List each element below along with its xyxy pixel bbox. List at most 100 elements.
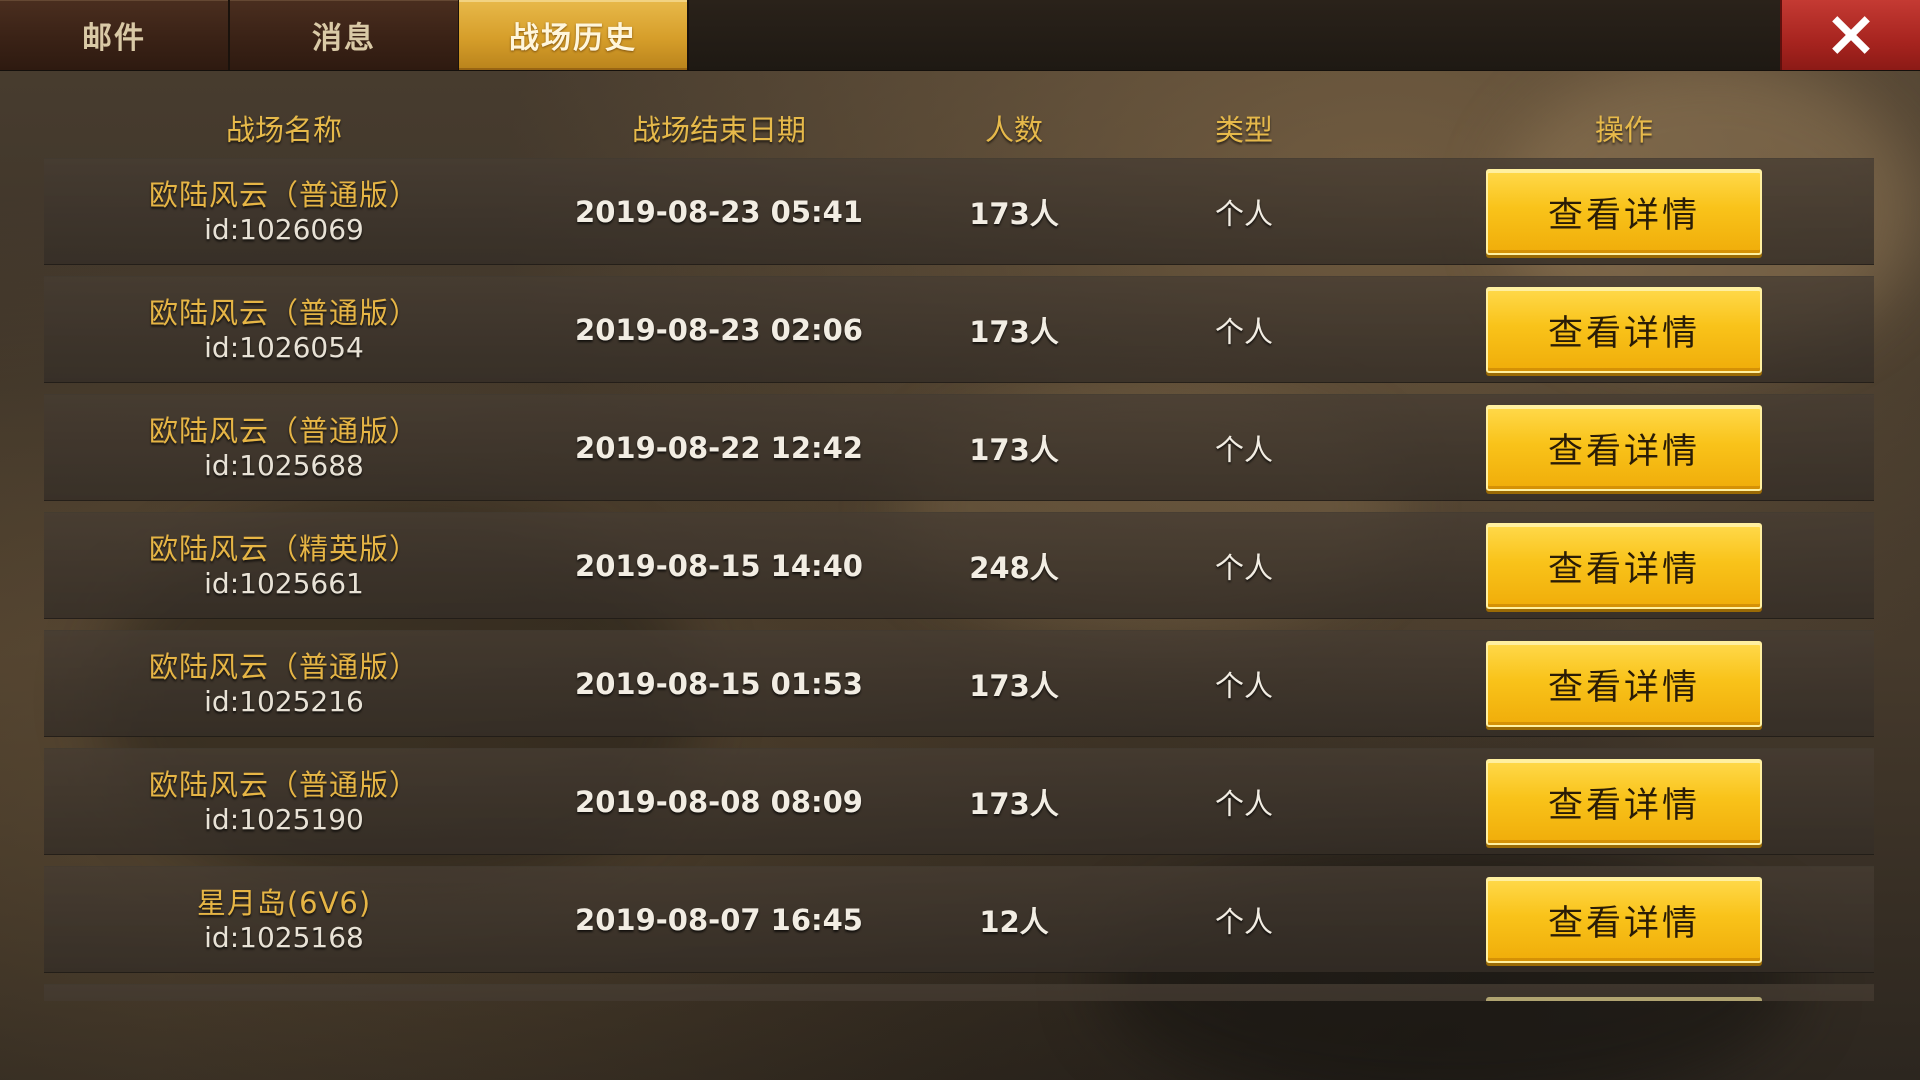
view-details-button[interactable]: 查看详情 (1486, 523, 1762, 609)
battlefield-id: id:1025661 (204, 567, 364, 600)
player-count-cell: 173人 (914, 159, 1114, 265)
player-count-cell: 173人 (914, 631, 1114, 737)
end-date-cell: 2019-08-23 05:41 (524, 159, 914, 265)
tab-bar: 邮件 消息 战场历史 (0, 0, 1920, 71)
action-cell: 查看详情 (1374, 631, 1874, 737)
end-date-cell: 2019-08-22 12:42 (524, 395, 914, 501)
player-count: 173人 (969, 197, 1059, 231)
close-button[interactable] (1780, 0, 1920, 70)
end-date: 2019-08-15 01:53 (575, 667, 863, 701)
player-count: 248人 (969, 551, 1059, 585)
action-cell (1374, 985, 1874, 1001)
battlefield-name-cell: 星月岛(6V6) id:1025168 (44, 867, 524, 973)
view-details-button[interactable]: 查看详情 (1486, 641, 1762, 727)
battlefield-name: 欧陆风云（普通版） (148, 178, 419, 212)
battlefield-id: id:1026069 (204, 213, 364, 246)
end-date: 2019-08-22 12:42 (575, 431, 863, 465)
battlefield-name: 星月岛(6V6) (196, 886, 372, 920)
view-details-button[interactable]: 查看详情 (1486, 759, 1762, 845)
end-date-cell: 2019-08-15 14:40 (524, 513, 914, 619)
table-header: 战场名称 战场结束日期 人数 类型 操作 (44, 96, 1874, 160)
battle-type: 个人 (1214, 551, 1273, 585)
battlefield-id: id:1025216 (204, 685, 364, 718)
battle-type: 个人 (1214, 669, 1273, 703)
battlefield-name-cell: 欧陆风云（普通版） id:1025688 (44, 395, 524, 501)
table-row: 欧陆风云（普通版） id:1025190 2019-08-08 08:09 17… (44, 748, 1874, 855)
battlefield-name: 欧陆风云（普通版） (148, 414, 419, 448)
battlefield-id: id:1025190 (204, 803, 364, 836)
battlefield-id: id:1025168 (204, 921, 364, 954)
table-row: 欧陆风云（普通版） id:1025688 2019-08-22 12:42 17… (44, 394, 1874, 501)
type-cell: 个人 (1114, 631, 1374, 737)
action-cell: 查看详情 (1374, 513, 1874, 619)
end-date: 2019-08-23 05:41 (575, 195, 863, 229)
action-cell: 查看详情 (1374, 159, 1874, 265)
tab-messages[interactable]: 消息 (230, 0, 460, 70)
action-cell: 查看详情 (1374, 277, 1874, 383)
player-count: 173人 (969, 433, 1059, 467)
table-row-partial (44, 984, 1874, 1001)
view-details-button[interactable]: 查看详情 (1486, 287, 1762, 373)
table-row: 欧陆风云（普通版） id:1025216 2019-08-15 01:53 17… (44, 630, 1874, 737)
battlefield-name: 欧陆风云（普通版） (148, 650, 419, 684)
battle-type: 个人 (1214, 905, 1273, 939)
battlefield-name: 欧陆风云（精英版） (148, 532, 419, 566)
table-row: 欧陆风云（精英版） id:1025661 2019-08-15 14:40 24… (44, 512, 1874, 619)
type-cell: 个人 (1114, 867, 1374, 973)
battlefield-history-screen: 邮件 消息 战场历史 战场名称 战场结束日期 人数 类型 操作 欧陆风云（普通版… (0, 0, 1920, 1080)
player-count-cell: 173人 (914, 277, 1114, 383)
player-count-cell: 248人 (914, 513, 1114, 619)
header-battlefield-name: 战场名称 (225, 113, 342, 147)
battle-type: 个人 (1214, 433, 1273, 467)
view-details-button[interactable]: 查看详情 (1486, 877, 1762, 963)
end-date: 2019-08-15 14:40 (575, 549, 863, 583)
battlefield-name-cell: 欧陆风云（普通版） id:1025216 (44, 631, 524, 737)
end-date-cell: 2019-08-15 01:53 (524, 631, 914, 737)
battlefield-name-cell: 欧陆风云（普通版） id:1025190 (44, 749, 524, 855)
end-date: 2019-08-07 16:45 (575, 903, 863, 937)
type-cell: 个人 (1114, 513, 1374, 619)
header-type: 类型 (1214, 113, 1273, 147)
action-cell: 查看详情 (1374, 395, 1874, 501)
player-count: 173人 (969, 669, 1059, 703)
battlefield-id: id:1025688 (204, 449, 364, 482)
battle-type: 个人 (1214, 787, 1273, 821)
player-count-cell: 173人 (914, 749, 1114, 855)
player-count-cell: 12人 (914, 867, 1114, 973)
end-date-cell: 2019-08-07 16:45 (524, 867, 914, 973)
end-date-cell: 2019-08-23 02:06 (524, 277, 914, 383)
type-cell: 个人 (1114, 159, 1374, 265)
end-date: 2019-08-23 02:06 (575, 313, 863, 347)
view-details-button[interactable]: 查看详情 (1486, 405, 1762, 491)
table-row: 欧陆风云（普通版） id:1026054 2019-08-23 02:06 17… (44, 276, 1874, 383)
player-count: 173人 (969, 787, 1059, 821)
header-end-date: 战场结束日期 (631, 113, 806, 147)
end-date: 2019-08-08 08:09 (575, 785, 863, 819)
battlefield-name: 欧陆风云（普通版） (148, 768, 419, 802)
action-cell: 查看详情 (1374, 749, 1874, 855)
player-count: 173人 (969, 315, 1059, 349)
battle-type: 个人 (1214, 197, 1273, 231)
battlefield-name: 欧陆风云（普通版） (148, 296, 419, 330)
end-date-cell: 2019-08-08 08:09 (524, 749, 914, 855)
action-cell: 查看详情 (1374, 867, 1874, 973)
view-details-button[interactable]: 查看详情 (1486, 169, 1762, 255)
type-cell: 个人 (1114, 749, 1374, 855)
player-count-cell: 173人 (914, 395, 1114, 501)
battlefield-name-cell: 欧陆风云（普通版） id:1026054 (44, 277, 524, 383)
tab-battlefield-history[interactable]: 战场历史 (459, 0, 689, 70)
type-cell: 个人 (1114, 277, 1374, 383)
battlefield-history-list[interactable]: 欧陆风云（普通版） id:1026069 2019-08-23 05:41 17… (44, 158, 1874, 1001)
tab-mail[interactable]: 邮件 (0, 0, 230, 70)
close-x-icon (1832, 16, 1870, 54)
view-details-button-partial[interactable] (1486, 997, 1762, 1001)
player-count: 12人 (979, 905, 1049, 939)
type-cell: 个人 (1114, 395, 1374, 501)
table-row: 星月岛(6V6) id:1025168 2019-08-07 16:45 12人… (44, 866, 1874, 973)
battle-type: 个人 (1214, 315, 1273, 349)
battlefield-id: id:1026054 (204, 331, 364, 364)
table-row: 欧陆风云（普通版） id:1026069 2019-08-23 05:41 17… (44, 158, 1874, 265)
header-player-count: 人数 (984, 113, 1043, 147)
battlefield-name-cell: 欧陆风云（精英版） id:1025661 (44, 513, 524, 619)
battlefield-name-cell: 欧陆风云（普通版） id:1026069 (44, 159, 524, 265)
